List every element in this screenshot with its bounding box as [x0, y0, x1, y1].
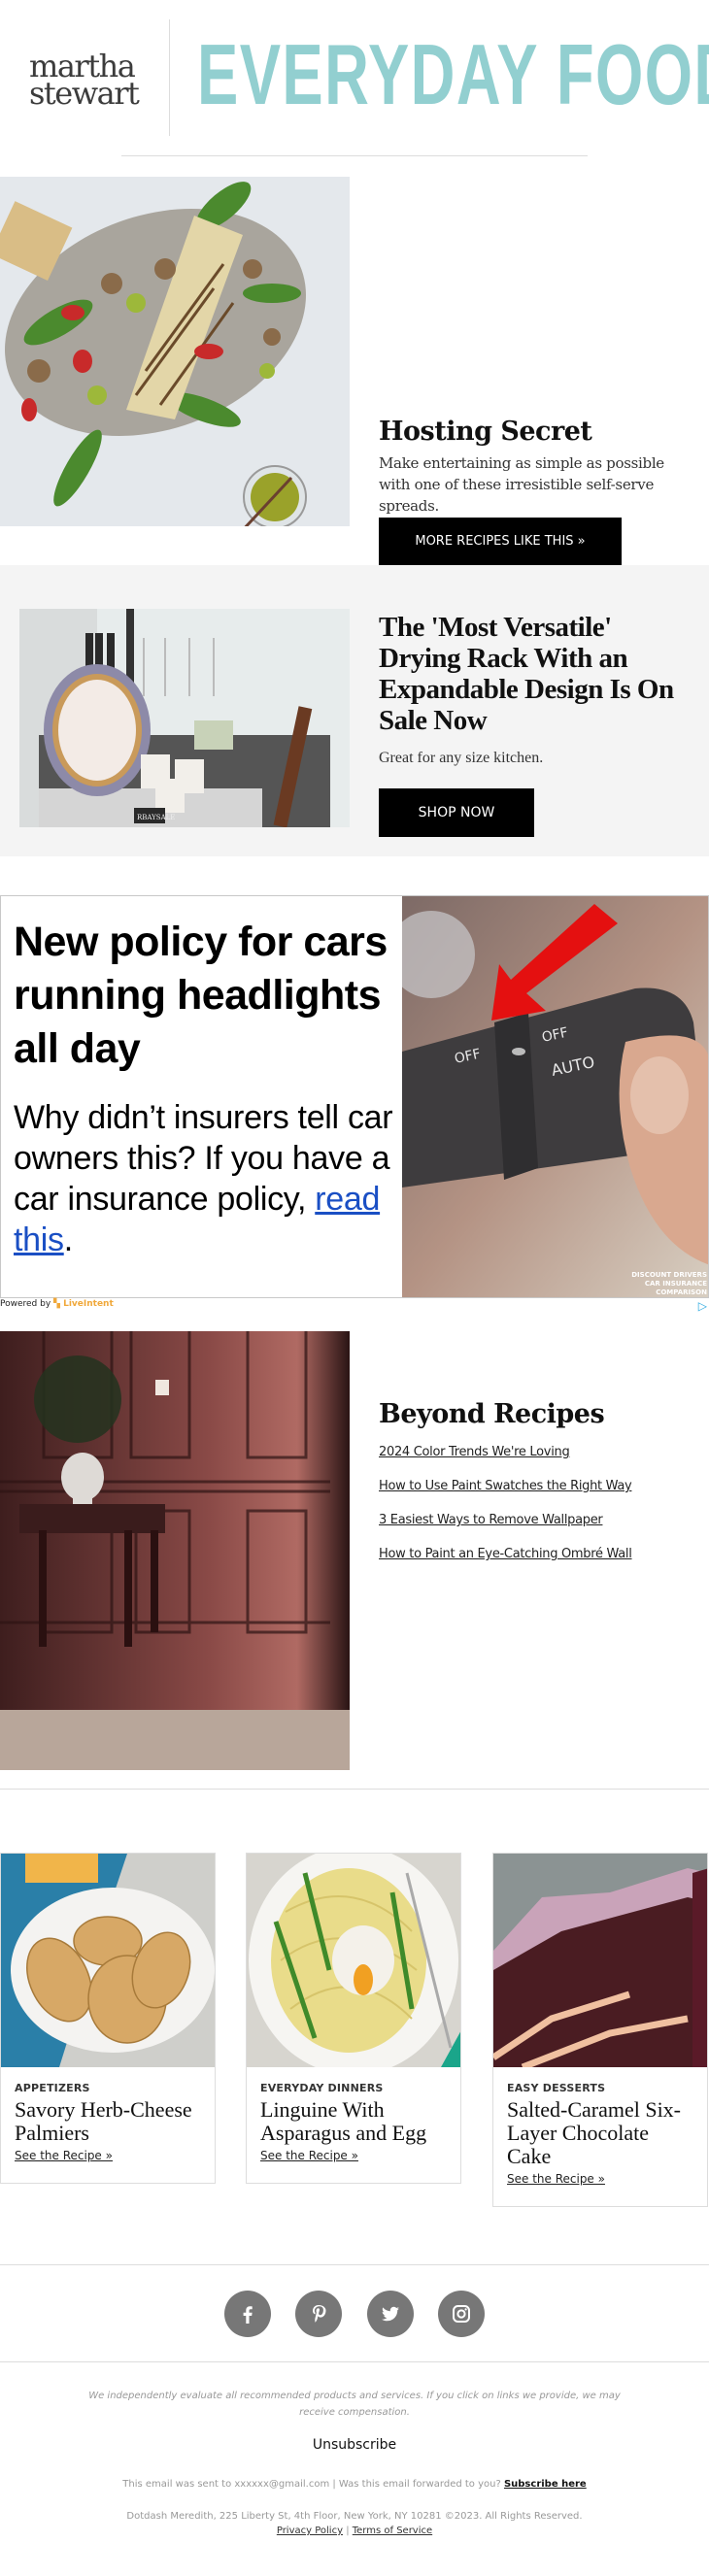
shop-now-button[interactable]: SHOP NOW	[379, 788, 534, 837]
recipe-card[interactable]: EVERYDAY DINNERS Linguine With Asparagus…	[246, 1853, 461, 2184]
ad-headlight-switch-image[interactable]: OFF OFF AUTO DISCOUNT DRIVERS CAR INSURA…	[402, 896, 708, 1297]
list-item: 3 Easiest Ways to Remove Wallpaper	[379, 1503, 632, 1537]
hero-food-image[interactable]	[0, 177, 350, 526]
adchoices-icon[interactable]: ▷	[698, 1299, 707, 1313]
section-divider	[0, 2264, 709, 2265]
logo-divider	[169, 19, 170, 136]
subscribe-here-link[interactable]: Subscribe here	[504, 2479, 587, 2490]
list-item: 2024 Color Trends We're Loving	[379, 1435, 632, 1469]
header-divider	[121, 155, 588, 156]
see-recipe-link[interactable]: See the Recipe »	[260, 2149, 358, 2162]
recipe-card[interactable]: EASY DESSERTS Salted-Caramel Six-Layer C…	[492, 1853, 708, 2207]
list-item: How to Paint an Eye-Catching Ombré Wall	[379, 1537, 632, 1571]
article-link[interactable]: How to Use Paint Swatches the Right Way	[379, 1479, 632, 1493]
card-title[interactable]: Savory Herb-Cheese Palmiers	[15, 2098, 201, 2145]
instagram-icon[interactable]	[437, 2291, 485, 2337]
unsubscribe-link[interactable]: Unsubscribe	[0, 2437, 709, 2453]
linguine-image[interactable]	[247, 1854, 460, 2067]
palmiers-image[interactable]	[1, 1854, 215, 2067]
email-header: martha stewart EVERYDAY FOOD	[0, 0, 709, 175]
card-title[interactable]: Salted-Caramel Six-Layer Chocolate Cake	[507, 2098, 693, 2168]
card-category: APPETIZERS	[15, 2082, 90, 2094]
svg-text:COMPARISON: COMPARISON	[656, 1288, 707, 1296]
disclaimer-text: We independently evaluate all recommende…	[88, 2391, 621, 2418]
terms-of-service-link[interactable]: Terms of Service	[353, 2526, 432, 2536]
chocolate-cake-image[interactable]	[493, 1854, 707, 2067]
svg-text:CAR INSURANCE: CAR INSURANCE	[645, 1280, 707, 1288]
hero-text-block: Hosting Secret Make entertaining as simp…	[379, 416, 699, 517]
recipe-card[interactable]: APPETIZERS Savory Herb-Cheese Palmiers S…	[0, 1853, 216, 2184]
promo-title: The 'Most Versatile' Drying Rack With an…	[379, 612, 674, 736]
martha-stewart-logo[interactable]: martha stewart	[29, 50, 140, 109]
liveintent-logo[interactable]: ▚ LiveIntent	[53, 1299, 114, 1309]
svg-text:DISCOUNT DRIVERS: DISCOUNT DRIVERS	[631, 1271, 707, 1279]
article-link[interactable]: 3 Easiest Ways to Remove Wallpaper	[379, 1513, 603, 1527]
card-category: EASY DESSERTS	[507, 2082, 606, 2094]
section-divider	[0, 2361, 709, 2362]
list-item: How to Use Paint Swatches the Right Way	[379, 1469, 632, 1503]
ad-text: New policy for cars running headlights a…	[14, 916, 402, 1260]
hero-section: Hosting Secret Make entertaining as simp…	[0, 175, 709, 566]
ad-headline: New policy for cars running headlights a…	[14, 919, 388, 1072]
article-link[interactable]: 2024 Color Trends We're Loving	[379, 1445, 570, 1459]
beyond-recipes-section: Beyond Recipes 2024 Color Trends We're L…	[0, 1331, 709, 1770]
ad-body: Why didn’t insurers tell car owners this…	[14, 1099, 393, 1258]
paneled-wall-image[interactable]	[0, 1331, 350, 1770]
sent-to-line: This email was sent to xxxxxx@gmail.com …	[122, 2479, 587, 2490]
beyond-recipes-title: Beyond Recipes	[379, 1399, 605, 1429]
pinterest-icon[interactable]	[295, 2291, 343, 2337]
see-recipe-link[interactable]: See the Recipe »	[15, 2149, 113, 2162]
sponsored-ad: New policy for cars running headlights a…	[0, 895, 709, 1313]
see-recipe-link[interactable]: See the Recipe »	[507, 2172, 605, 2186]
more-recipes-button[interactable]: MORE RECIPES LIKE THIS »	[379, 518, 622, 566]
ad-box[interactable]: New policy for cars running headlights a…	[0, 895, 709, 1298]
drying-rack-image[interactable]: RBAYSALE	[19, 609, 350, 827]
section-divider	[0, 1789, 709, 1790]
svg-text:RBAYSALE: RBAYSALE	[137, 814, 175, 821]
article-link[interactable]: How to Paint an Eye-Catching Ombré Wall	[379, 1547, 632, 1561]
promo-description: Great for any size kitchen.	[379, 750, 544, 766]
hero-title: Hosting Secret	[379, 417, 592, 447]
promo-section: RBAYSALE The 'Most Versatile' Drying Rac…	[0, 565, 709, 856]
social-links	[0, 2291, 709, 2337]
beyond-recipes-links: 2024 Color Trends We're Loving How to Us…	[379, 1435, 632, 1571]
beyond-recipes-text: Beyond Recipes 2024 Color Trends We're L…	[379, 1398, 632, 1571]
facebook-icon[interactable]	[224, 2291, 272, 2337]
ad-attribution: Powered by ▚ LiveIntent ▷	[0, 1299, 707, 1313]
hero-description: Make entertaining as simple as possible …	[379, 454, 664, 515]
twitter-icon[interactable]	[366, 2291, 414, 2337]
privacy-policy-link[interactable]: Privacy Policy	[277, 2526, 343, 2536]
card-title[interactable]: Linguine With Asparagus and Egg	[260, 2098, 447, 2145]
everyday-food-logo[interactable]: EVERYDAY FOOD	[197, 31, 709, 118]
company-address: Dotdash Meredith, 225 Liberty St, 4th Fl…	[126, 2511, 583, 2536]
card-category: EVERYDAY DINNERS	[260, 2082, 384, 2094]
